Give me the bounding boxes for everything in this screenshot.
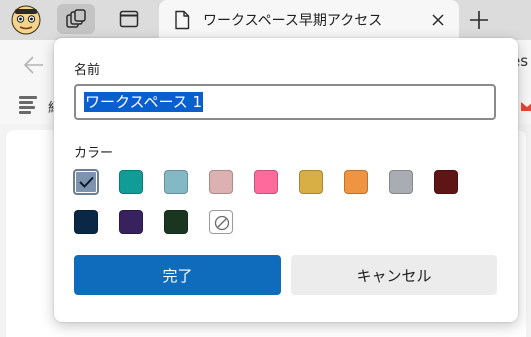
color-swatch-orange[interactable] [344,170,368,194]
done-button[interactable]: 完了 [74,255,281,295]
workspace-name-input[interactable]: ワークスペース 1 [74,84,496,120]
profile-avatar[interactable] [8,4,44,36]
color-swatch-navy[interactable] [74,210,98,234]
profile-face-icon [11,5,41,35]
color-label: カラー [74,146,114,161]
name-label: 名前 [74,63,101,78]
color-swatch-gold[interactable] [299,170,323,194]
color-swatch-no-color[interactable] [209,210,233,234]
tab-actions-icon [119,10,139,28]
checkmark-icon [79,176,94,188]
active-tab[interactable]: ワークスペース早期アクセス [159,0,459,40]
favorite-site-logo-icon[interactable] [19,96,39,118]
close-tab-icon[interactable] [429,11,447,29]
color-swatch-dark-green[interactable] [164,210,188,234]
document-icon [175,10,190,30]
color-swatch-pink[interactable] [254,170,278,194]
workspace-name-value[interactable]: ワークスペース 1 [84,92,204,112]
color-swatch-rose[interactable] [209,170,233,194]
tab-strip: ワークスペース早期アクセス [0,0,531,40]
back-arrow-icon[interactable] [22,54,46,76]
color-swatch-blue-gray[interactable] [73,169,99,195]
workspaces-icon [66,9,86,28]
cancel-button[interactable]: キャンセル [291,255,497,295]
gmail-icon[interactable] [521,100,531,112]
color-swatch-maroon[interactable] [434,170,458,194]
workspaces-button[interactable] [57,4,95,34]
no-color-icon [214,215,230,231]
workspace-edit-dialog: 名前 ワークスペース 1 カラー 完了 キャンセル [54,38,518,322]
new-tab-icon[interactable] [466,8,492,32]
color-swatch-light-teal[interactable] [164,170,188,194]
color-swatch-gray[interactable] [389,170,413,194]
color-swatch-teal[interactable] [119,170,143,194]
color-swatch-purple[interactable] [119,210,143,234]
tab-title: ワークスペース早期アクセス [203,13,383,29]
tab-actions-button[interactable] [110,4,148,34]
